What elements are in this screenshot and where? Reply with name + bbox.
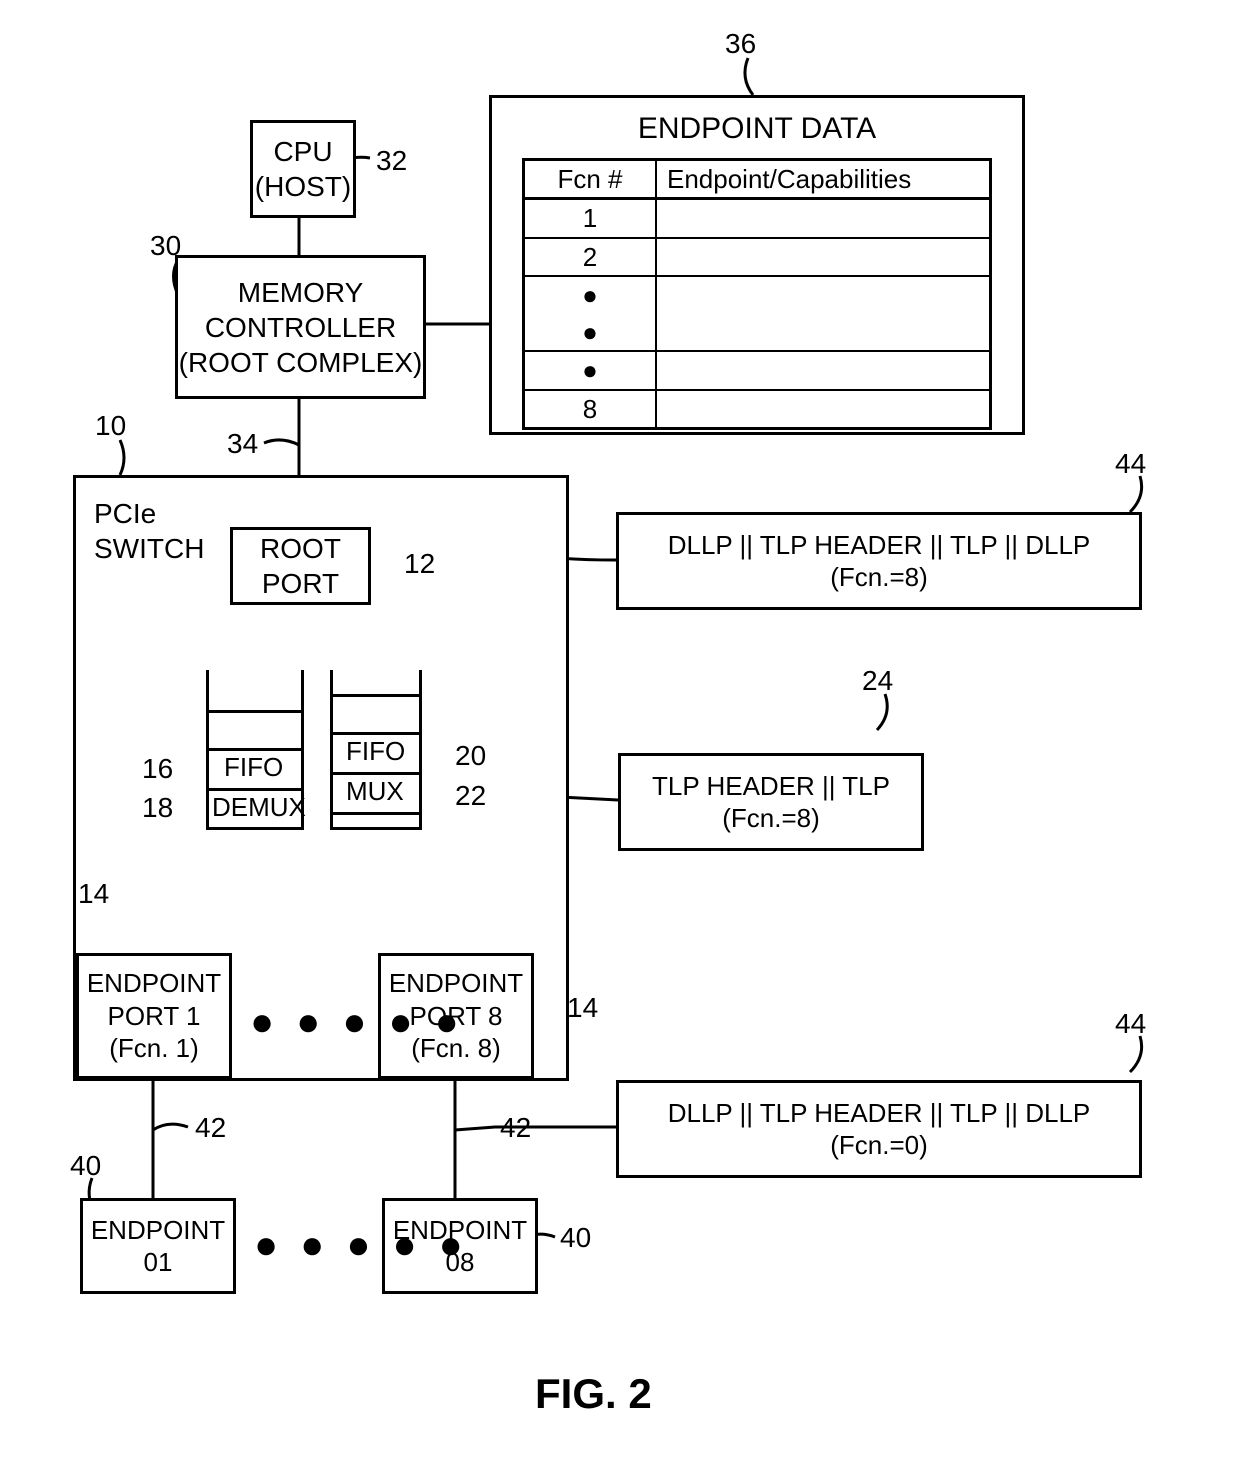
ref-link-ep-left: 42: [195, 1112, 226, 1144]
ref-cpu: 32: [376, 145, 407, 177]
ref-switch: 10: [95, 410, 126, 442]
endpoint01-l1: ENDPOINT: [91, 1214, 225, 1247]
dllp-upper-callout: DLLP || TLP HEADER || TLP || DLLP (Fcn.=…: [616, 512, 1142, 610]
dllp-upper-l2: (Fcn.=8): [830, 561, 928, 594]
table-row: 8: [524, 390, 991, 429]
ref-root-port: 12: [404, 548, 435, 580]
ref-endpoint-data: 36: [725, 28, 756, 60]
cpu-line1: CPU: [273, 134, 332, 169]
tlp-l1: TLP HEADER || TLP: [652, 770, 890, 803]
memctl-l2: CONTROLLER: [205, 310, 396, 345]
tlp-callout: TLP HEADER || TLP (Fcn.=8): [618, 753, 924, 851]
ref-fifo-right: 20: [455, 740, 486, 772]
ep8-l1: ENDPOINT: [389, 967, 523, 1000]
ref-ep-port-right: 14: [567, 992, 598, 1024]
demux-label: DEMUX: [212, 792, 306, 823]
switch-l2: SWITCH: [94, 531, 204, 566]
dllp-lower-l1: DLLP || TLP HEADER || TLP || DLLP: [668, 1097, 1091, 1130]
ref-dllp-upper: 44: [1115, 448, 1146, 480]
memory-controller-block: MEMORY CONTROLLER (ROOT COMPLEX): [175, 255, 426, 399]
ref-fifo-left: 16: [142, 753, 173, 785]
memctl-l1: MEMORY: [238, 275, 364, 310]
ep1-l1: ENDPOINT: [87, 967, 221, 1000]
cpu-line2: (HOST): [255, 169, 351, 204]
right-fifo-label: FIFO: [346, 736, 405, 767]
ellipsis-endpoints: ●●●●●: [254, 1223, 485, 1268]
ref-dllp-lower: 44: [1115, 1008, 1146, 1040]
dllp-upper-l1: DLLP || TLP HEADER || TLP || DLLP: [668, 529, 1091, 562]
endpoint-01-block: ENDPOINT 01: [80, 1198, 236, 1294]
switch-l1: PCIe: [94, 496, 204, 531]
table-row: 2: [524, 238, 991, 277]
ref-tlp: 24: [862, 665, 893, 697]
left-queue-stack: FIFO DEMUX: [206, 670, 304, 830]
ref-link-ep-right: 42: [500, 1112, 531, 1144]
table-header-fcn: Fcn #: [524, 159, 657, 199]
table-row: 1: [524, 199, 991, 238]
ref-endpoint08: 40: [560, 1222, 591, 1254]
endpoint-data-title: ENDPOINT DATA: [638, 110, 876, 148]
cpu-block: CPU (HOST): [250, 120, 356, 218]
tlp-l2: (Fcn.=8): [722, 802, 820, 835]
ref-ep-port-left: 14: [78, 878, 109, 910]
ep1-l3: (Fcn. 1): [109, 1032, 199, 1065]
figure-label: FIG. 2: [535, 1370, 652, 1418]
ellipsis-ports: ●●●●●: [250, 1000, 481, 1045]
table-row: ●: [524, 276, 991, 314]
left-fifo-label: FIFO: [224, 752, 283, 783]
dllp-lower-l2: (Fcn.=0): [830, 1129, 928, 1162]
root-port-l2: PORT: [262, 566, 339, 601]
root-port-l1: ROOT: [260, 531, 341, 566]
root-port-block: ROOT PORT: [230, 527, 371, 605]
endpoint-port-1-block: ENDPOINT PORT 1 (Fcn. 1): [76, 953, 232, 1079]
ep1-l2: PORT 1: [108, 1000, 201, 1033]
mux-label: MUX: [346, 776, 404, 807]
dllp-lower-callout: DLLP || TLP HEADER || TLP || DLLP (Fcn.=…: [616, 1080, 1142, 1178]
right-queue-stack: FIFO MUX: [330, 670, 422, 830]
table-header-caps: Endpoint/Capabilities: [656, 159, 991, 199]
ref-mux: 22: [455, 780, 486, 812]
endpoint01-l2: 01: [144, 1246, 173, 1279]
ref-demux: 18: [142, 792, 173, 824]
ref-memctl: 30: [150, 230, 181, 262]
endpoint-data-block: ENDPOINT DATA Fcn # Endpoint/Capabilitie…: [489, 95, 1025, 435]
ref-endpoint01: 40: [70, 1150, 101, 1182]
table-row: ●: [524, 351, 991, 390]
memctl-l3: (ROOT COMPLEX): [179, 345, 423, 380]
table-row: ●: [524, 314, 991, 352]
endpoint-data-table: Fcn # Endpoint/Capabilities 1 2 ● ● ● 8: [522, 158, 992, 431]
ref-link-root: 34: [227, 428, 258, 460]
